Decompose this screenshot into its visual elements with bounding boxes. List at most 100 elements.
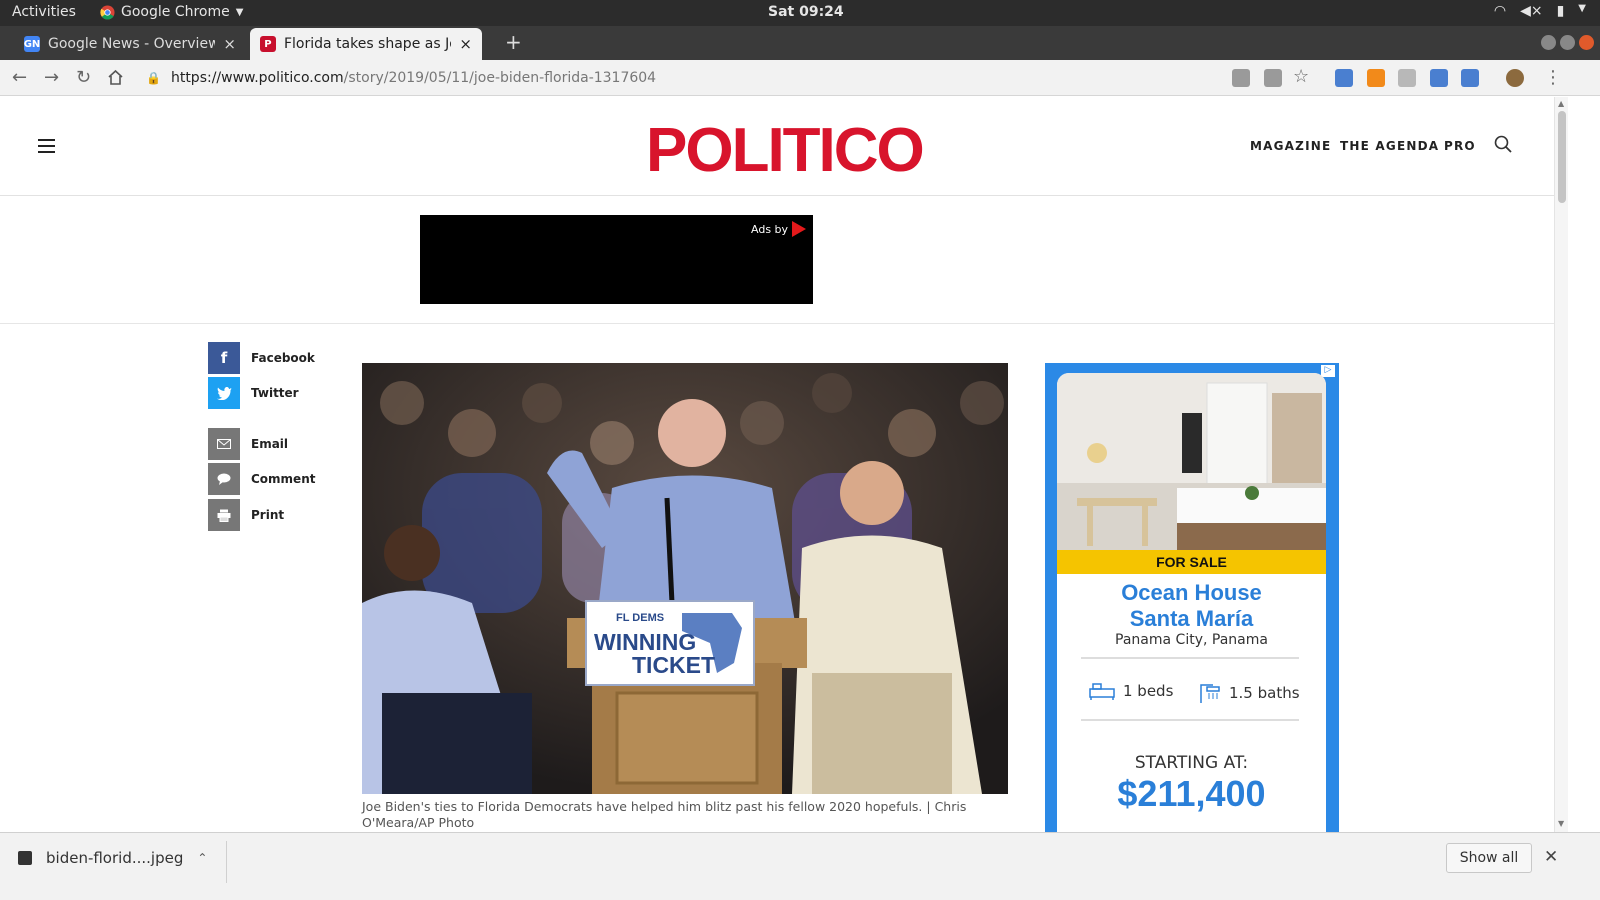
close-tab-icon[interactable]: × — [459, 35, 472, 53]
image-caption: Joe Biden's ties to Florida Democrats ha… — [362, 799, 967, 830]
podium-sign-line3: TICKET — [632, 652, 715, 678]
close-window-icon[interactable] — [1579, 35, 1594, 50]
download-item[interactable]: biden-florid....jpeg ⌃ — [18, 849, 207, 867]
share-facebook[interactable]: f Facebook — [208, 342, 315, 374]
adchoices-icon[interactable]: ▷ — [1321, 365, 1335, 377]
forward-icon[interactable]: → — [44, 67, 59, 88]
chevron-down-icon: ▼ — [1578, 3, 1586, 14]
browser-toolbar: ← → ↻ 🔒 https://www.politico.com /story/… — [0, 60, 1600, 96]
hamburger-menu-icon[interactable] — [38, 139, 55, 153]
show-all-button[interactable]: Show all — [1446, 843, 1532, 873]
comment-icon — [208, 463, 240, 495]
property-location: Panama City, Panama — [1115, 632, 1268, 648]
share-label: Twitter — [251, 386, 299, 400]
bookmark-star-icon[interactable]: ☆ — [1293, 66, 1309, 87]
site-header: POLITICO MAGAZINE THE AGENDA PRO — [0, 97, 1554, 196]
close-icon[interactable]: ✕ — [1544, 847, 1558, 867]
politico-logo[interactable]: POLITICO — [646, 115, 925, 186]
reload-icon[interactable]: ↻ — [76, 67, 91, 88]
price: $211,400 — [1117, 773, 1266, 814]
new-tab-button[interactable]: + — [505, 30, 522, 54]
chevron-down-icon: ▼ — [235, 6, 244, 18]
volume-muted-icon: ◀× — [1520, 3, 1543, 19]
for-sale-badge: FOR SALE — [1057, 550, 1326, 574]
share-email[interactable]: Email — [208, 428, 288, 460]
top-ad-banner[interactable]: Ads by — [420, 215, 813, 304]
scrollbar-thumb[interactable] — [1558, 111, 1566, 203]
extension-icon[interactable] — [1264, 69, 1282, 87]
translate-icon[interactable] — [1461, 69, 1479, 87]
extension-icon[interactable] — [1335, 69, 1353, 87]
scroll-down-icon[interactable]: ▼ — [1558, 819, 1564, 828]
wifi-icon: ◠ — [1493, 3, 1507, 19]
print-icon — [208, 499, 240, 531]
scroll-up-icon[interactable]: ▲ — [1558, 99, 1564, 108]
tab-google-news[interactable]: GN Google News - Overview × — [14, 28, 246, 60]
maximize-icon[interactable] — [1560, 35, 1575, 50]
search-icon[interactable] — [1494, 135, 1512, 153]
side-ad-card: FOR SALE Ocean House Santa María Panama … — [1057, 373, 1326, 832]
clock[interactable]: Sat 09:24 — [768, 4, 844, 20]
share-label: Comment — [251, 472, 316, 486]
nav-the-agenda[interactable]: THE AGENDA — [1340, 139, 1439, 153]
chevron-up-icon[interactable]: ⌃ — [197, 851, 207, 865]
share-print[interactable]: Print — [208, 499, 284, 531]
article-hero-image[interactable]: FL DEMS WINNING TICKET — [362, 363, 1008, 794]
tab-title: Florida takes shape as Joe — [283, 36, 452, 52]
property-title: Ocean House Santa María — [1057, 580, 1326, 632]
menu-kebab-icon[interactable]: ⋮ — [1544, 67, 1562, 88]
web-page: POLITICO MAGAZINE THE AGENDA PRO Ads by … — [0, 97, 1568, 832]
nav-pro[interactable]: PRO — [1444, 139, 1476, 153]
rally-photo: FL DEMS WINNING TICKET — [362, 363, 1008, 794]
beds-spec: 1 beds — [1089, 681, 1173, 701]
url-path: /story/2019/05/11/joe-biden-florida-1317… — [343, 70, 657, 86]
tab-politico[interactable]: P Florida takes shape as Joe × — [250, 28, 482, 60]
extension-icon[interactable] — [1232, 69, 1250, 87]
baths-spec: 1.5 baths — [1197, 681, 1300, 705]
share-label: Facebook — [251, 351, 315, 365]
back-icon[interactable]: ← — [12, 67, 27, 88]
share-twitter[interactable]: Twitter — [208, 377, 299, 409]
address-bar[interactable]: 🔒 https://www.politico.com /story/2019/0… — [146, 66, 1216, 90]
starting-at-label: STARTING AT: — [1134, 753, 1249, 773]
avatar[interactable] — [1506, 69, 1524, 87]
system-tray[interactable]: ◠ ◀× ▮ ▼ — [1494, 3, 1586, 19]
facebook-icon: f — [208, 342, 240, 374]
email-icon — [208, 428, 240, 460]
apartment-photo — [1057, 373, 1326, 550]
minimize-icon[interactable] — [1541, 35, 1556, 50]
lock-icon[interactable]: 🔒 — [146, 71, 161, 85]
app-menu[interactable]: Google Chrome ▼ — [100, 4, 243, 20]
share-comment[interactable]: Comment — [208, 463, 315, 495]
divider — [1081, 719, 1299, 721]
property-title-line1: Ocean House — [1121, 580, 1262, 605]
activities-button[interactable]: Activities — [12, 4, 76, 20]
url-host: https://www.politico.com — [170, 70, 344, 86]
shower-icon — [1200, 684, 1220, 703]
podium-sign-line1: FL DEMS — [616, 612, 664, 624]
divider — [226, 841, 227, 883]
nav-magazine[interactable]: MAGAZINE — [1250, 139, 1331, 153]
ad-network-logo-icon[interactable] — [792, 221, 806, 237]
politico-icon: P — [260, 36, 276, 52]
beds-value: 1 beds — [1123, 682, 1174, 700]
system-top-bar: Activities Google Chrome ▼ Sat 09:24 ◠ ◀… — [0, 0, 1600, 26]
close-tab-icon[interactable]: × — [223, 35, 236, 53]
bed-icon — [1089, 683, 1115, 700]
side-ad[interactable]: ▷ FOR SALE Ocean House Santa María Panam… — [1045, 363, 1339, 832]
rss-icon[interactable] — [1367, 69, 1385, 87]
top-ad-row: Ads by — [0, 196, 1554, 324]
camera-icon[interactable] — [1430, 69, 1448, 87]
image-file-icon — [18, 851, 32, 865]
ads-by-label: Ads by — [751, 223, 789, 236]
share-label: Email — [251, 437, 289, 451]
extension-icon[interactable] — [1398, 69, 1416, 87]
tab-title: Google News - Overview — [48, 36, 216, 52]
home-icon[interactable] — [107, 69, 124, 86]
tab-strip: GN Google News - Overview × P Florida ta… — [0, 26, 1600, 60]
battery-icon: ▮ — [1556, 3, 1565, 19]
page-scrollbar[interactable]: ▲ ▼ — [1554, 97, 1568, 832]
chrome-icon — [100, 4, 115, 20]
property-title-line2: Santa María — [1129, 606, 1254, 631]
share-label: Print — [251, 508, 285, 522]
